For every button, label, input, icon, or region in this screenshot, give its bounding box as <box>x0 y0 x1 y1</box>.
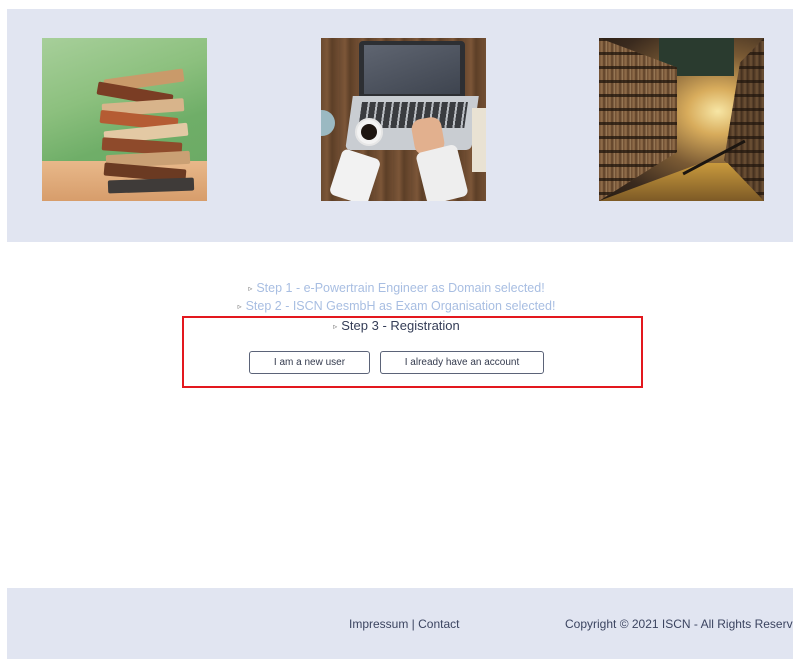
footer: Impressum | Contact Copyright © 2021 ISC… <box>7 588 793 659</box>
step-2-label: Step 2 - ISCN GesmbH as Exam Organisatio… <box>245 299 556 313</box>
books-stack-image <box>42 38 207 201</box>
new-user-button[interactable]: I am a new user <box>249 351 370 374</box>
step-marker-icon: ▹ <box>248 284 253 293</box>
step-1-label: Step 1 - e-Powertrain Engineer as Domain… <box>256 281 545 295</box>
impressum-link[interactable]: Impressum <box>349 617 408 631</box>
step-1-link[interactable]: ▹ Step 1 - e-Powertrain Engineer as Domai… <box>0 281 793 295</box>
contact-link[interactable]: Contact <box>418 617 459 631</box>
library-image <box>599 38 764 201</box>
image-banner <box>7 9 793 242</box>
footer-links: Impressum | Contact <box>349 617 460 631</box>
step-2-link[interactable]: ▹ Step 2 - ISCN GesmbH as Exam Organisati… <box>0 299 793 313</box>
laptop-desk-image <box>321 38 486 201</box>
footer-separator: | <box>408 617 419 631</box>
existing-account-button[interactable]: I already have an account <box>380 351 544 374</box>
step-marker-icon: ▹ <box>237 302 242 311</box>
copyright-text: Copyright © 2021 ISCN - All Rights Reser… <box>565 617 793 631</box>
